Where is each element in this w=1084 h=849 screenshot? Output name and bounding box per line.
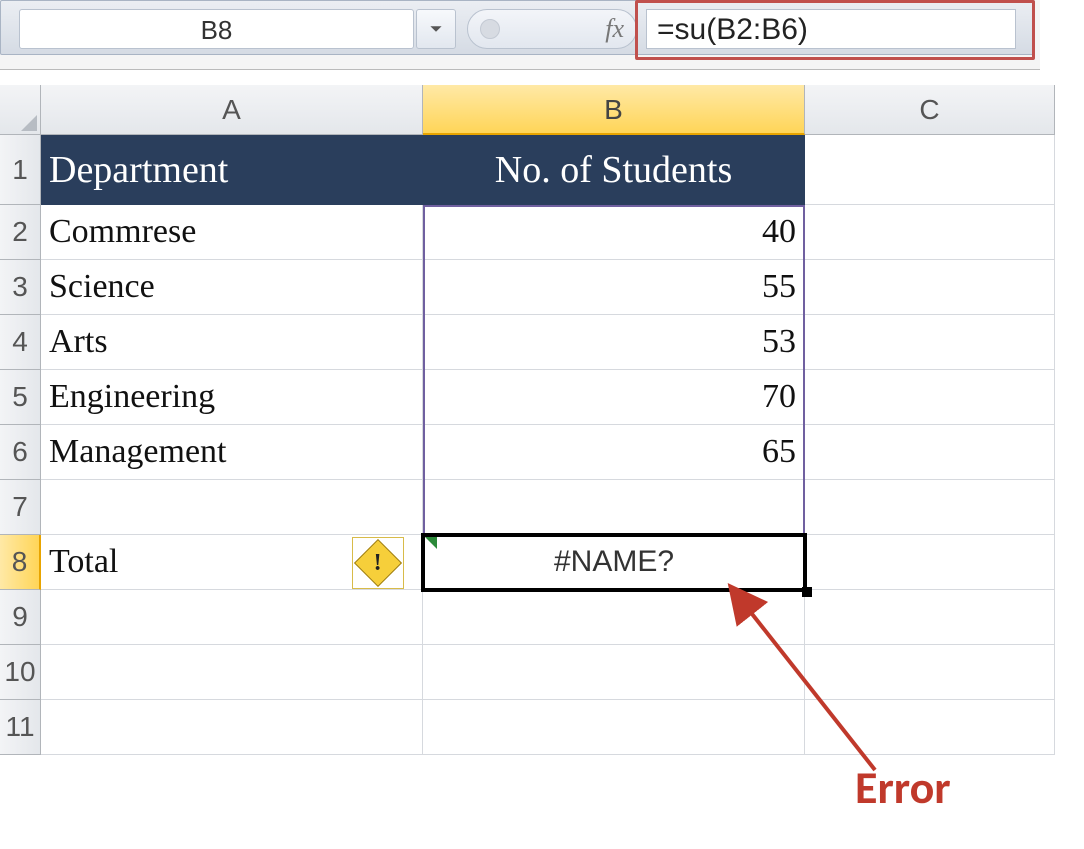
cell-a10[interactable] bbox=[41, 645, 423, 700]
cell-a6[interactable]: Management bbox=[41, 425, 423, 480]
row-header-8[interactable]: 8 bbox=[0, 535, 41, 590]
cell-b6[interactable]: 65 bbox=[423, 425, 805, 480]
row-header-6[interactable]: 6 bbox=[0, 425, 41, 480]
row-header-3[interactable]: 3 bbox=[0, 260, 41, 315]
formula-input[interactable]: =su(B2:B6) bbox=[646, 9, 1016, 49]
row-header-9[interactable]: 9 bbox=[0, 590, 41, 645]
formula-bar: B8 fx =su(B2:B6) bbox=[0, 0, 1040, 70]
row-header-5[interactable]: 5 bbox=[0, 370, 41, 425]
select-all-triangle-icon bbox=[21, 115, 37, 131]
cell-b9[interactable] bbox=[423, 590, 805, 645]
cell-c11[interactable] bbox=[805, 700, 1055, 755]
insert-function-button[interactable]: fx bbox=[467, 9, 637, 49]
column-header-b[interactable]: B bbox=[423, 85, 805, 135]
cell-b5[interactable]: 70 bbox=[423, 370, 805, 425]
error-smart-tag[interactable]: ! bbox=[352, 537, 404, 589]
cell-c10[interactable] bbox=[805, 645, 1055, 700]
cell-b11[interactable] bbox=[423, 700, 805, 755]
cell-a5[interactable]: Engineering bbox=[41, 370, 423, 425]
cell-b4[interactable]: 53 bbox=[423, 315, 805, 370]
row-header-10[interactable]: 10 bbox=[0, 645, 41, 700]
cancel-dot-icon bbox=[480, 19, 500, 39]
cell-a2[interactable]: Commrese bbox=[41, 205, 423, 260]
cell-c3[interactable] bbox=[805, 260, 1055, 315]
row-header-4[interactable]: 4 bbox=[0, 315, 41, 370]
cell-a11[interactable] bbox=[41, 700, 423, 755]
name-box[interactable]: B8 bbox=[19, 9, 414, 49]
fill-handle[interactable] bbox=[802, 587, 812, 597]
cell-c9[interactable] bbox=[805, 590, 1055, 645]
cell-a9[interactable] bbox=[41, 590, 423, 645]
cell-b7[interactable] bbox=[423, 480, 805, 535]
fx-label: fx bbox=[605, 14, 624, 44]
cell-b8-value: #NAME? bbox=[423, 545, 805, 579]
chevron-down-icon bbox=[429, 22, 443, 36]
row-header-1[interactable]: 1 bbox=[0, 135, 41, 205]
cell-a4[interactable]: Arts bbox=[41, 315, 423, 370]
cell-a7[interactable] bbox=[41, 480, 423, 535]
cell-c2[interactable] bbox=[805, 205, 1055, 260]
formula-bar-inner: B8 fx =su(B2:B6) bbox=[0, 0, 1035, 55]
cell-b10[interactable] bbox=[423, 645, 805, 700]
warning-diamond-icon: ! bbox=[354, 539, 402, 587]
row-header-11[interactable]: 11 bbox=[0, 700, 41, 755]
column-header-c[interactable]: C bbox=[805, 85, 1055, 135]
cell-c8[interactable] bbox=[805, 535, 1055, 590]
cell-c4[interactable] bbox=[805, 315, 1055, 370]
cell-c7[interactable] bbox=[805, 480, 1055, 535]
column-header-a[interactable]: A bbox=[41, 85, 423, 135]
row-header-7[interactable]: 7 bbox=[0, 480, 41, 535]
cell-c5[interactable] bbox=[805, 370, 1055, 425]
cell-c1[interactable] bbox=[805, 135, 1055, 205]
row-header-2[interactable]: 2 bbox=[0, 205, 41, 260]
annotation-label: Error bbox=[855, 760, 951, 816]
cell-b3[interactable]: 55 bbox=[423, 260, 805, 315]
select-all-corner[interactable] bbox=[0, 85, 41, 135]
cell-b1[interactable]: No. of Students bbox=[423, 135, 805, 205]
cell-a3[interactable]: Science bbox=[41, 260, 423, 315]
cell-c6[interactable] bbox=[805, 425, 1055, 480]
cell-b2[interactable]: 40 bbox=[423, 205, 805, 260]
cell-a1[interactable]: Department bbox=[41, 135, 423, 205]
name-box-dropdown[interactable] bbox=[416, 9, 456, 49]
